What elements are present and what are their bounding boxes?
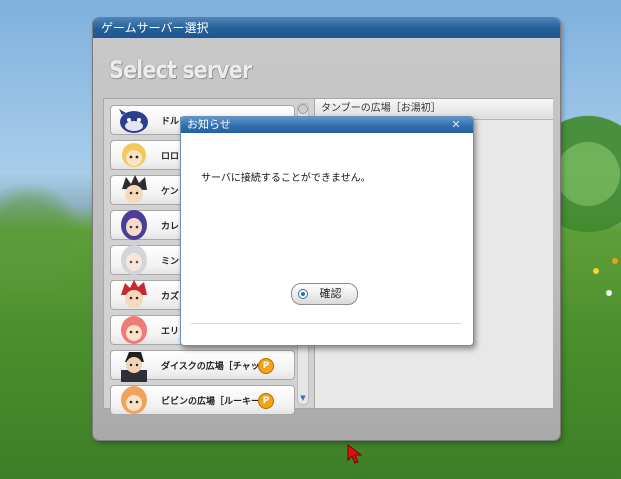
purple-hair-girl-avatar	[121, 210, 147, 240]
dialog-title: お知らせ	[187, 118, 231, 131]
premium-badge-icon: P	[258, 358, 274, 374]
blonde-girl-avatar	[122, 143, 146, 167]
select-server-heading: Select server	[109, 56, 252, 84]
pink-hair-girl-avatar	[121, 316, 147, 344]
server-name: ビビンの広場［ルーキー］	[161, 397, 270, 407]
background-tree-right	[560, 110, 621, 270]
cursor-arrow-icon	[347, 444, 363, 464]
suit-man-avatar	[121, 352, 147, 382]
notice-dialog: お知らせ ✕ サーバに接続することができません。 確認	[180, 116, 474, 346]
dialog-divider	[191, 323, 461, 324]
orange-hair-girl-avatar	[121, 386, 147, 414]
server-name: ロロ	[161, 152, 180, 162]
scroll-thumb[interactable]	[298, 104, 308, 114]
dialog-message: サーバに接続することができません。	[201, 173, 371, 184]
close-icon[interactable]: ✕	[449, 118, 463, 132]
background-flower	[593, 268, 599, 274]
spiky-hair-boy-avatar	[122, 175, 147, 203]
server-item[interactable]: ビビンの広場［ルーキー］ P	[110, 385, 295, 415]
background-tree-left	[0, 170, 95, 290]
background-flower	[606, 290, 612, 296]
confirm-button[interactable]: 確認	[291, 283, 358, 305]
window-title: ゲームサーバー選択	[93, 18, 560, 38]
background-flower	[612, 258, 618, 264]
radio-dot-icon	[298, 289, 308, 299]
scroll-down-arrow-icon[interactable]: ▼	[298, 394, 308, 402]
silver-hair-girl-avatar	[121, 245, 147, 275]
dolphin-avatar	[119, 109, 148, 133]
server-item[interactable]: ダイスクの広場［チャット］ P	[110, 350, 295, 382]
server-name: カズ	[161, 292, 180, 302]
server-name: ケン	[161, 187, 179, 197]
red-hair-boy-avatar	[121, 280, 147, 308]
dialog-titlebar: お知らせ ✕	[181, 117, 473, 133]
server-name: エリ	[161, 327, 180, 337]
premium-badge-icon: P	[258, 393, 274, 409]
confirm-label: 確認	[319, 287, 342, 300]
